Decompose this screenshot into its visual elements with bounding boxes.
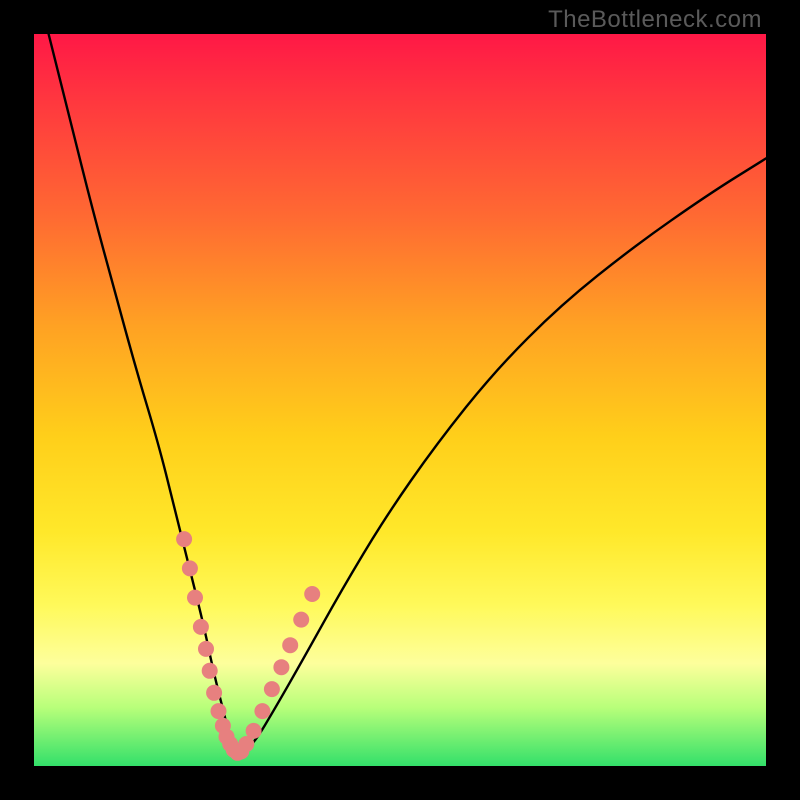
highlighted-point (187, 590, 203, 606)
highlighted-point (254, 703, 270, 719)
highlighted-points-group (176, 531, 320, 761)
highlighted-point (211, 703, 227, 719)
bottleneck-curve (49, 34, 766, 752)
highlighted-point (202, 663, 218, 679)
chart-frame: TheBottleneck.com (0, 0, 800, 800)
highlighted-point (193, 619, 209, 635)
highlighted-point (198, 641, 214, 657)
curve-svg (34, 34, 766, 766)
highlighted-point (264, 681, 280, 697)
highlighted-point (246, 723, 262, 739)
plot-area (34, 34, 766, 766)
highlighted-point (273, 659, 289, 675)
highlighted-point (282, 637, 298, 653)
highlighted-point (182, 560, 198, 576)
highlighted-point (206, 685, 222, 701)
highlighted-point (176, 531, 192, 547)
highlighted-point (304, 586, 320, 602)
watermark-text: TheBottleneck.com (548, 6, 762, 34)
highlighted-point (293, 612, 309, 628)
